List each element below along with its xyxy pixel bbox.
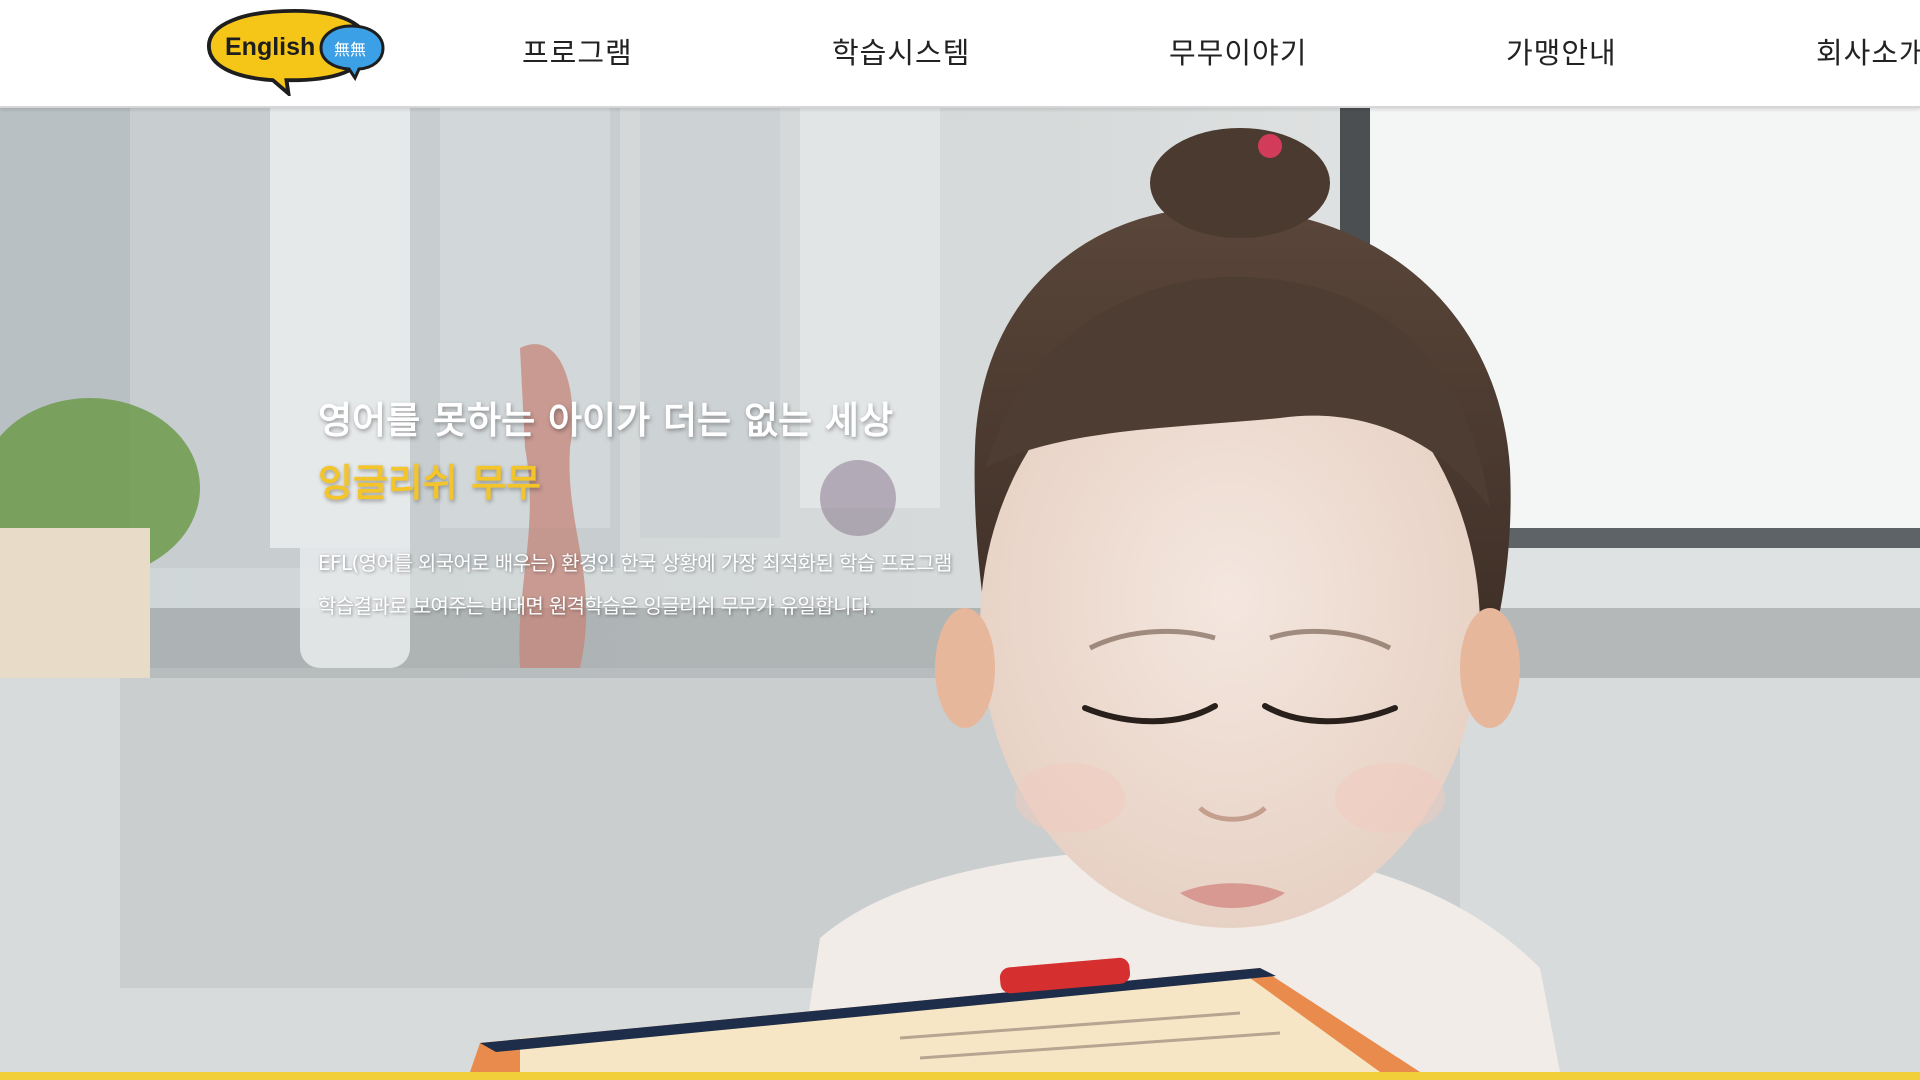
nav-item-franchise[interactable]: 가맹안내 [1506, 30, 1617, 72]
hero-banner: 영어를 못하는 아이가 더는 없는 세상 잉글리쉬 무무 EFL(영어를 외국어… [0, 108, 1920, 1072]
site-header: English 無無 프로그램 학습시스템 무무이야기 가맹안내 회사소개 [0, 0, 1920, 108]
hero-description-line-1: EFL(영어를 외국어로 배우는) 환경인 한국 상황에 가장 최적화된 학습 … [318, 551, 952, 575]
hero-copy: 영어를 못하는 아이가 더는 없는 세상 잉글리쉬 무무 EFL(영어를 외국어… [318, 398, 1078, 621]
hero-bottom-accent-bar [0, 1072, 1920, 1080]
hero-brand-line: 잉글리쉬 무무 [318, 461, 541, 505]
hero-description-line-2: 학습결과로 보여주는 비대면 원격학습은 잉글리쉬 무무가 유일합니다. [318, 594, 875, 618]
nav-item-mumu-story[interactable]: 무무이야기 [1169, 30, 1307, 72]
nav-item-learning-system[interactable]: 학습시스템 [832, 30, 970, 72]
main-nav: 프로그램 학습시스템 무무이야기 가맹안내 회사소개 [0, 0, 1920, 104]
hero-headline: 영어를 못하는 아이가 더는 없는 세상 [318, 399, 894, 442]
nav-item-company[interactable]: 회사소개 [1816, 30, 1920, 72]
nav-item-program[interactable]: 프로그램 [522, 30, 633, 72]
